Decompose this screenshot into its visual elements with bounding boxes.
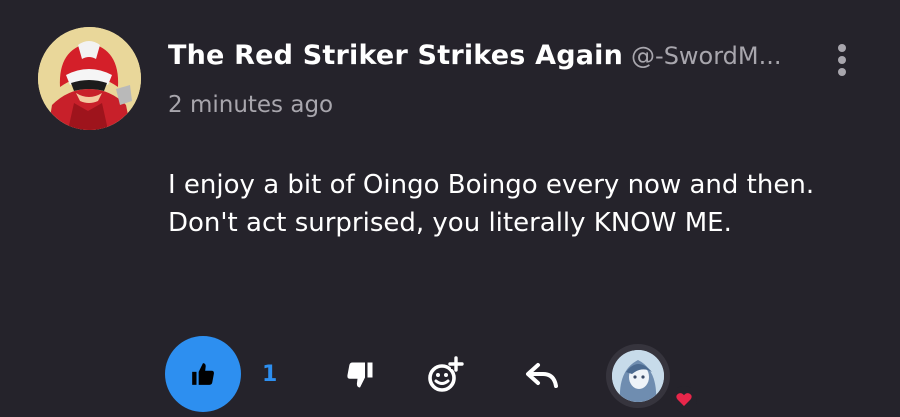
kebab-icon: [838, 44, 846, 52]
author-handle[interactable]: @-SwordM...: [631, 42, 781, 70]
thumbs-up-icon: [192, 363, 214, 385]
reply-icon: [526, 363, 558, 388]
thumbs-down-icon: [347, 362, 373, 388]
dislike-button[interactable]: [342, 358, 378, 392]
reply-button[interactable]: [524, 360, 560, 390]
author-avatar[interactable]: [38, 27, 141, 130]
creator-reaction-avatar[interactable]: [606, 344, 670, 408]
add-emoji-icon: [428, 356, 464, 392]
more-options-button[interactable]: [828, 44, 856, 84]
comment-text: I enjoy a bit of Oingo Boingo every now …: [168, 170, 815, 238]
heart-icon: [671, 386, 697, 412]
comment-timestamp: 2 minutes ago: [168, 92, 334, 118]
comment-header: The Red Striker Strikes Again @-SwordM...: [168, 40, 808, 71]
like-button[interactable]: [165, 336, 241, 412]
author-name[interactable]: The Red Striker Strikes Again: [168, 40, 623, 71]
add-reaction-button[interactable]: [424, 354, 466, 396]
reactor-avatar: [612, 350, 664, 402]
like-count: 1: [262, 362, 278, 387]
heart-badge: [670, 385, 698, 417]
